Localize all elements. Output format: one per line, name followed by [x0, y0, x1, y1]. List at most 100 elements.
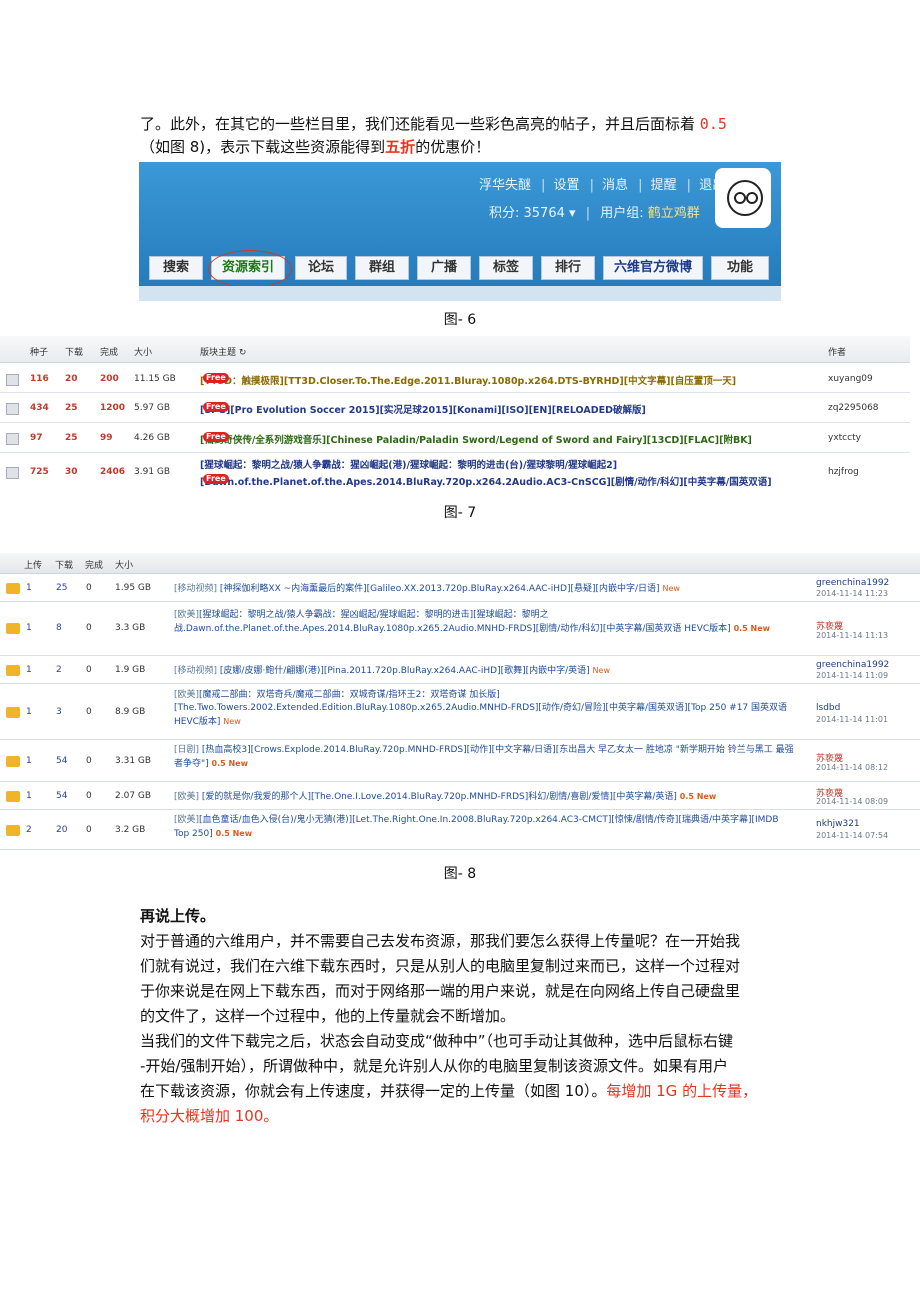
intro-line-1: 了。此外，在其它的一些栏目里，我们还能看见一些彩色高亮的帖子，并且后面标着 0.… — [140, 113, 727, 135]
torrent-title[interactable]: [SPG][Pro Evolution Soccer 2015][实况足球201… — [200, 402, 646, 416]
table-row[interactable]: 1 54 0 3.31 GB [日剧] [热血高校3][Crows.Explod… — [0, 741, 920, 782]
header-completed[interactable]: 完成 — [85, 558, 103, 571]
uploader[interactable]: lsdbd — [816, 703, 840, 713]
new-badge: New — [662, 584, 680, 593]
header-size[interactable]: 大小 — [115, 558, 133, 571]
table-row[interactable]: 116 20 200 11.15 GB [TT3D：触摸极限][TT3D.Clo… — [0, 366, 910, 393]
paragraph-line: 们就有说过，我们在六维下载东西时，只是从别人的电脑里复制过来而已，这样一个过程对 — [140, 957, 741, 975]
figure-8-caption: 图- 8 — [443, 866, 477, 882]
user-stats: 积分: 35764 ▾ | 用户组: 鹤立鸡群 — [489, 206, 700, 221]
header-completed[interactable]: 完成 — [100, 345, 118, 358]
avatar[interactable] — [715, 168, 771, 228]
torrent-title[interactable]: [猩球崛起：黎明之战/猿人争霸战：猩凶崛起/猩球崛起：黎明的进击][猩球崛起：黎… — [174, 610, 731, 634]
table-row[interactable]: 2 20 0 3.2 GB [欧美][血色童话/血色入侵(台)/鬼小无猜(港)]… — [0, 811, 920, 850]
author[interactable]: xuyang09 — [828, 374, 873, 384]
nav-functions[interactable]: 功能 — [711, 256, 769, 280]
header-upload[interactable]: 上传 — [24, 558, 42, 571]
free-badge: Free — [203, 474, 229, 484]
username-link[interactable]: 浮华失醚 — [479, 178, 531, 193]
torrent-list-half: 上传 下载 完成 大小 1 25 0 1.95 GB [移动视频] [神探伽利略… — [0, 553, 920, 851]
table-header: 上传 下载 完成 大小 — [0, 553, 920, 574]
nav-forum[interactable]: 论坛 — [295, 256, 347, 280]
points-display[interactable]: 积分: 35764 — [489, 206, 565, 221]
torrent-list-free: 种子 下载 完成 大小 版块主题 ↻ 作者 116 20 200 11.15 G… — [0, 336, 920, 492]
settings-link[interactable]: 设置 — [554, 178, 580, 193]
user-bar: 浮华失醚 | 设置 | 消息 | 提醒 | 退出 — [479, 178, 726, 193]
header-bottom-bar — [139, 286, 781, 301]
table-row[interactable]: 1 54 0 2.07 GB [欧美] [爱的就是你/我爱的那个人][The.O… — [0, 783, 920, 810]
table-header: 种子 下载 完成 大小 版块主题 ↻ 作者 — [0, 336, 910, 363]
nav-groups[interactable]: 群组 — [355, 256, 409, 280]
table-row[interactable]: 1 8 0 3.3 GB [欧美][猩球崛起：黎明之战/猿人争霸战：猩凶崛起/猩… — [0, 603, 920, 656]
nav-search[interactable]: 搜索 — [149, 256, 203, 280]
half-price-badge: 0.5 New — [679, 792, 717, 801]
folder-icon — [6, 825, 20, 836]
uploader[interactable]: greenchina1992 — [816, 660, 889, 670]
site-header-screenshot: 浮华失醚 | 设置 | 消息 | 提醒 | 退出 积分: 35764 ▾ | 用户组: … — [139, 162, 781, 301]
torrent-title[interactable]: [TT3D：触摸极限][TT3D.Closer.To.The.Edge.2011… — [200, 373, 736, 387]
file-icon — [6, 403, 19, 415]
header-size[interactable]: 大小 — [134, 345, 152, 358]
file-icon — [6, 374, 19, 386]
author[interactable]: hzjfrog — [828, 467, 859, 477]
table-row[interactable]: 97 25 99 4.26 GB [仙剑奇侠传/全系列游戏音乐][Chinese… — [0, 424, 910, 453]
table-row[interactable]: 1 3 0 8.9 GB [欧美][魔戒二部曲：双塔奇兵/魔戒二部曲：双城奇谋/… — [0, 685, 920, 740]
uploader[interactable]: nkhjw321 — [816, 819, 860, 829]
messages-link[interactable]: 消息 — [602, 178, 628, 193]
free-badge: Free — [203, 373, 229, 383]
group-value: 鹤立鸡群 — [647, 206, 700, 221]
nav-official-weibo[interactable]: 六维官方微博 — [603, 256, 703, 280]
table-row[interactable]: 1 2 0 1.9 GB [移动视频] [皮娜/皮娜·鲍什/翩娜(港)][Pin… — [0, 657, 920, 684]
intro-text: 的优惠价！ — [415, 138, 491, 156]
header-author[interactable]: 作者 — [828, 345, 846, 358]
new-badge: New — [223, 717, 241, 726]
uploader[interactable]: greenchina1992 — [816, 578, 889, 588]
intro-text: 了。此外，在其它的一些栏目里，我们还能看见一些彩色高亮的帖子，并且后面标着 — [140, 115, 696, 133]
discount-value: 0.5 — [699, 115, 727, 133]
nav-tags[interactable]: 标签 — [479, 256, 533, 280]
paragraph-line: 对于普通的六维用户，并不需要自己去发布资源，那我们要怎么获得上传量呢？在一开始我 — [140, 932, 741, 950]
header-topic[interactable]: 版块主题 ↻ — [200, 345, 246, 358]
folder-icon — [6, 623, 20, 634]
folder-icon — [6, 707, 20, 718]
highlight-text: 积分大概增加 100。 — [140, 1107, 279, 1125]
header-seeds[interactable]: 种子 — [30, 345, 48, 358]
table-row[interactable]: 434 25 1200 5.97 GB [SPG][Pro Evolution … — [0, 394, 910, 423]
highlight-text: 每增加 1G 的上传量， — [606, 1082, 758, 1100]
table-row[interactable]: 1 25 0 1.95 GB [移动视频] [神探伽利略XX ~内海薰最后的案件… — [0, 575, 920, 602]
new-badge: New — [592, 666, 610, 675]
nav-ranking[interactable]: 排行 — [541, 256, 595, 280]
torrent-title[interactable]: [爱的就是你/我爱的那个人][The.One.I.Love.2014.BluRa… — [202, 792, 677, 802]
torrent-title[interactable]: [血色童话/血色入侵(台)/鬼小无猜(港)][Let.The.Right.One… — [174, 815, 779, 839]
torrent-title[interactable]: [Dawn.of.the.Planet.of.the.Apes.2014.Blu… — [200, 474, 772, 488]
figure-6-caption: 图- 6 — [443, 312, 477, 328]
free-badge: Free — [203, 402, 229, 412]
torrent-title[interactable]: [热血高校3][Crows.Explode.2014.BluRay.720p.M… — [174, 745, 794, 769]
figure-7-caption: 图- 7 — [443, 505, 477, 521]
folder-icon — [6, 791, 20, 802]
paragraph-line: 于你来说是在网上下载东西，而对于网络那一端的用户来说，就是在向网络上传自己硬盘里 — [140, 982, 741, 1000]
torrent-title[interactable]: [仙剑奇侠传/全系列游戏音乐][Chinese Paladin/Paladin … — [200, 432, 752, 446]
header-downloads[interactable]: 下载 — [65, 345, 83, 358]
author[interactable]: zq2295068 — [828, 403, 879, 413]
torrent-title[interactable]: [神探伽利略XX ~内海薰最后的案件][Galileo.XX.2013.720p… — [220, 584, 660, 594]
chevron-down-icon[interactable]: ▾ — [569, 206, 576, 221]
nav-broadcast[interactable]: 广播 — [417, 256, 471, 280]
paragraph-line: 在下载该资源，你就会有上传速度，并获得一定的上传量（如图 10）。每增加 1G … — [140, 1082, 758, 1100]
file-icon — [6, 433, 19, 445]
author[interactable]: yxtccty — [828, 433, 861, 443]
file-icon — [6, 467, 19, 479]
table-row[interactable]: 725 30 2406 3.91 GB [猩球崛起：黎明之战/猿人争霸战：猩凶崛… — [0, 454, 910, 492]
torrent-title[interactable]: [魔戒二部曲：双塔奇兵/魔戒二部曲：双城奇谋/指环王2：双塔奇谋 加长版][Th… — [174, 690, 787, 727]
folder-icon — [6, 665, 20, 676]
half-price-badge: 0.5 New — [215, 829, 253, 838]
paragraph-line: 的文件了，这样一个过程中，他的上传量就会不断增加。 — [140, 1007, 516, 1025]
torrent-title[interactable]: [皮娜/皮娜·鲍什/翩娜(港)][Pina.2011.720p.BluRay.x… — [220, 666, 590, 676]
free-badge: Free — [203, 432, 229, 442]
highlight-circle — [208, 250, 292, 288]
torrent-title[interactable]: [猩球崛起：黎明之战/猿人争霸战：猩凶崛起(港)/猩球崛起：黎明的进击(台)/猩… — [200, 457, 617, 471]
paragraph-line: 当我们的文件下载完之后，状态会自动变成“做种中”（也可手动让其做种，选中后鼠标右… — [140, 1032, 734, 1050]
reminders-link[interactable]: 提醒 — [651, 178, 677, 193]
folder-icon — [6, 583, 20, 594]
header-download[interactable]: 下载 — [55, 558, 73, 571]
